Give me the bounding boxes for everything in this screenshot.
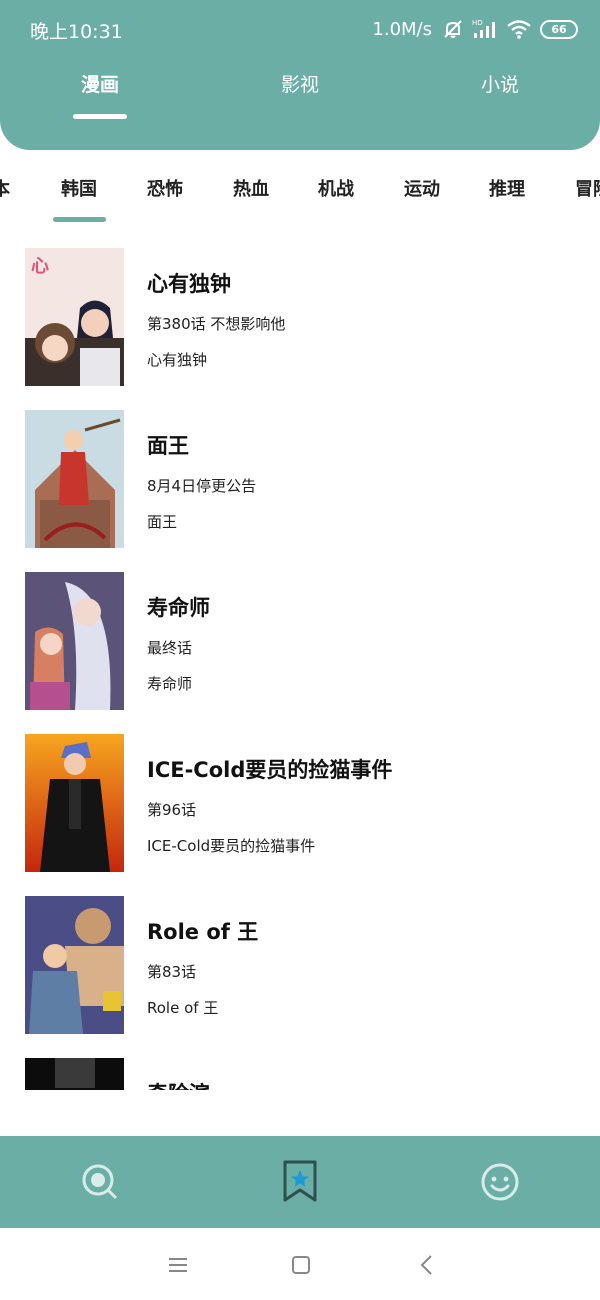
list-item[interactable]: 寿命师 最终话 寿命师 (0, 572, 600, 712)
comic-name: ICE-Cold要员的捡猫事件 (147, 837, 316, 855)
back-icon[interactable] (414, 1252, 440, 1278)
status-bar: 晚上10:31 1.0M/s HD 66 (0, 0, 600, 58)
list-item[interactable]: Role of 王 第83话 Role of 王 (0, 896, 600, 1036)
comic-cover (25, 1058, 124, 1090)
comic-chapter: 第96话 (147, 801, 197, 819)
top-tabs: 漫画 影视 小说 (0, 62, 600, 122)
search-icon[interactable] (76, 1158, 124, 1206)
category-horror[interactable]: 恐怖 (147, 175, 183, 201)
category-partial[interactable]: 本 (0, 175, 10, 201)
comic-chapter: 第380话 不想影响他 (147, 315, 286, 333)
home-icon[interactable] (288, 1252, 314, 1278)
comic-title: 面王 (147, 434, 189, 458)
comic-cover (25, 410, 124, 548)
comic-title: 心有独钟 (147, 272, 231, 296)
comic-name: 面王 (147, 513, 178, 531)
category-tabs: 本 韩国 恐怖 热血 机战 运动 推理 冒险 (0, 160, 600, 230)
category-sports[interactable]: 运动 (404, 175, 440, 201)
battery-icon: 66 (540, 19, 578, 39)
comic-name: 心有独钟 (147, 351, 208, 369)
bookmark-star-icon[interactable] (276, 1158, 324, 1206)
comic-cover (25, 734, 124, 872)
tab-manga[interactable]: 漫画 (40, 70, 160, 97)
bottom-nav (0, 1136, 600, 1228)
hd-signal-icon: HD (472, 18, 498, 40)
comic-title: 寿命师 (147, 596, 210, 620)
comic-name: 寿命师 (147, 675, 193, 693)
comic-cover (25, 896, 124, 1034)
comic-name: Role of 王 (147, 999, 219, 1017)
system-nav-bar (0, 1228, 600, 1300)
mute-bell-icon (442, 18, 464, 40)
category-mystery[interactable]: 推理 (489, 175, 525, 201)
comic-chapter: 最终话 (147, 639, 193, 657)
category-hot-blood[interactable]: 热血 (233, 175, 269, 201)
comic-title: ICE-Cold要员的捡猫事件 (147, 758, 393, 782)
category-mecha[interactable]: 机战 (318, 175, 354, 201)
tab-indicator (73, 114, 127, 119)
list-item[interactable]: 奇险滨 (0, 1058, 600, 1090)
list-item[interactable]: 面王 8月4日停更公告 面王 (0, 410, 600, 550)
category-korea[interactable]: 韩国 (61, 175, 97, 201)
app-header: 晚上10:31 1.0M/s HD 66 漫画 影视 小说 (0, 0, 600, 150)
tab-novel[interactable]: 小说 (440, 70, 560, 97)
category-indicator (53, 217, 106, 222)
comic-list: 心 心有独钟 第380话 不想影响他 心有独钟 面王 8月4日停更公告 面王 寿… (0, 248, 600, 1090)
smiley-icon[interactable] (476, 1158, 524, 1206)
comic-title: 奇险滨 (147, 1078, 210, 1090)
menu-icon[interactable] (165, 1252, 191, 1278)
svg-text:心: 心 (31, 256, 49, 277)
status-time: 晚上10:31 (30, 21, 123, 43)
comic-cover (25, 572, 124, 710)
comic-chapter: 第83话 (147, 963, 197, 981)
tab-video[interactable]: 影视 (240, 70, 360, 97)
net-speed: 1.0M/s (372, 18, 432, 40)
comic-cover: 心 (25, 248, 124, 386)
list-item[interactable]: ICE-Cold要员的捡猫事件 第96话 ICE-Cold要员的捡猫事件 (0, 734, 600, 874)
comic-title: Role of 王 (147, 920, 259, 944)
comic-chapter: 8月4日停更公告 (147, 477, 257, 495)
wifi-icon (506, 18, 532, 40)
list-item[interactable]: 心 心有独钟 第380话 不想影响他 心有独钟 (0, 248, 600, 388)
svg-text:HD: HD (472, 19, 483, 27)
category-adventure[interactable]: 冒险 (575, 175, 600, 201)
status-icons: 1.0M/s HD 66 (372, 17, 578, 41)
